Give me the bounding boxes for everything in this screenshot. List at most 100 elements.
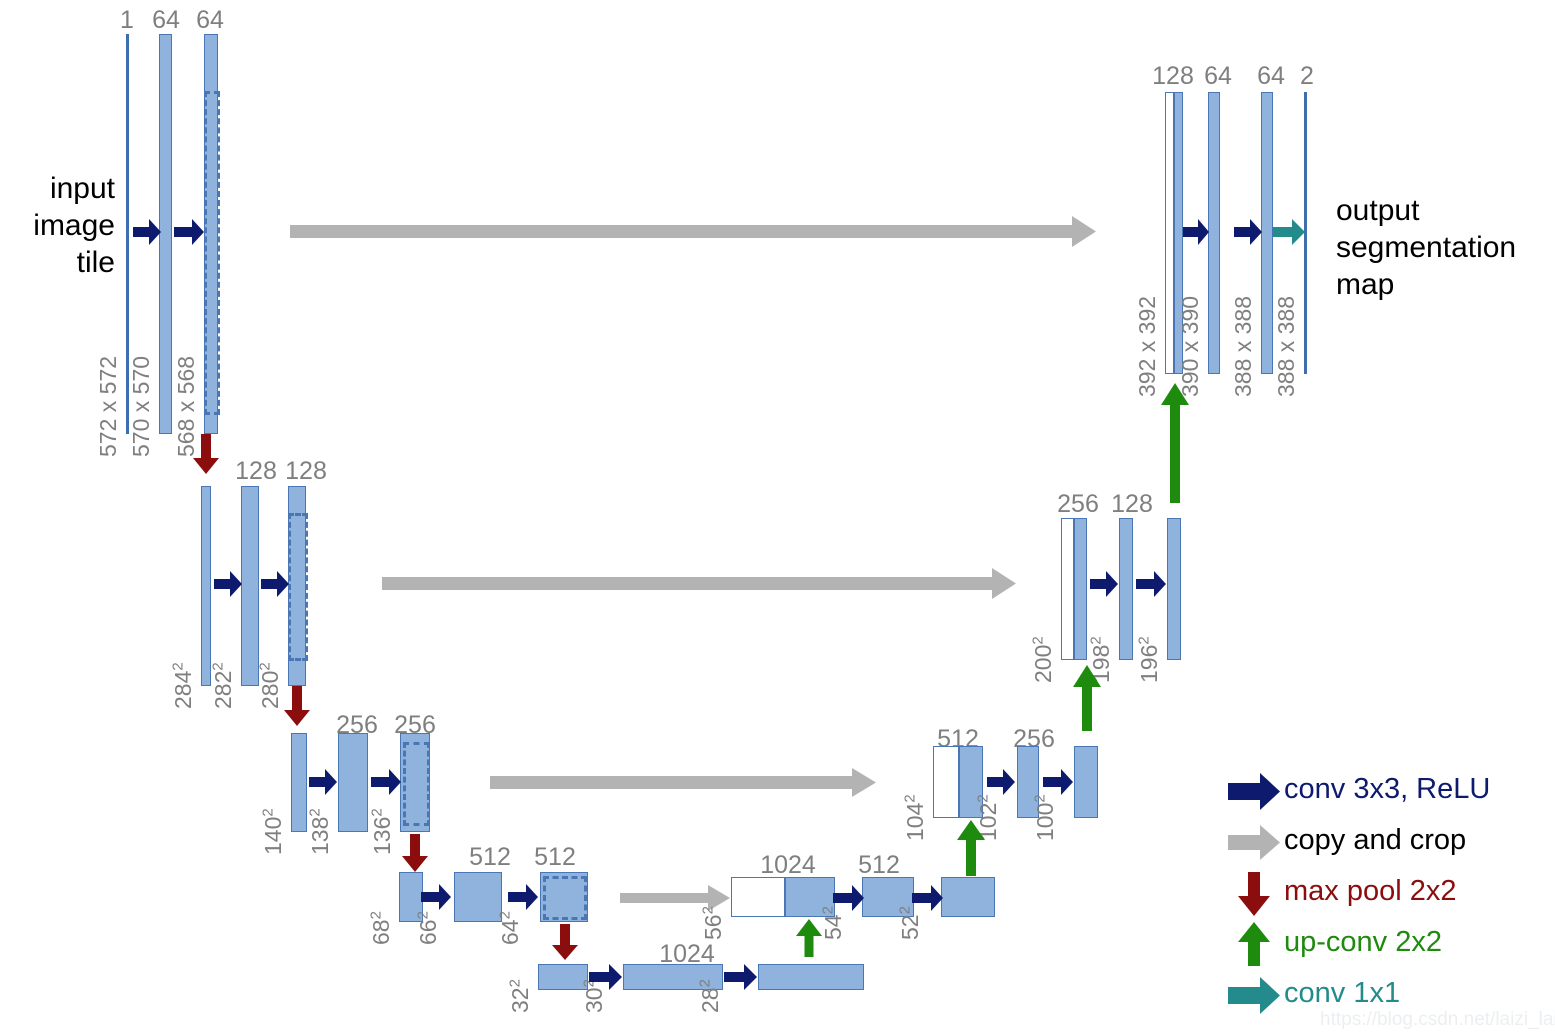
up-conv-arrow-icon [1228, 919, 1286, 970]
legend-label-copy-and-crop: copy and crop [1284, 824, 1467, 856]
size-label-388a: 388 x 388 [1230, 295, 1256, 397]
crop-indicator [288, 513, 308, 661]
legend-row-conv-3x3: conv 3x3, ReLU [1228, 766, 1548, 817]
legend-label-conv-3x3: conv 3x3, ReLU [1284, 773, 1491, 805]
size-label-68: 682 [367, 911, 394, 945]
size-label-56: 562 [699, 906, 726, 940]
feature-map-196-128ch [1167, 518, 1181, 660]
size-label-200: 2002 [1029, 636, 1056, 683]
unet-architecture-diagram: 1 64 64 572 x 572 570 x 570 568 x 568 in… [0, 0, 1555, 1036]
conv-arrow-enc1-2 [174, 219, 204, 245]
conv-3x3-relu-arrow-icon [1228, 766, 1286, 817]
legend-label-max-pool: max pool 2x2 [1284, 875, 1457, 907]
size-label-136: 1362 [368, 808, 395, 855]
size-label-570: 570 x 570 [128, 355, 154, 457]
conv-arrow-enc1-1 [133, 219, 161, 245]
output-segmentation-map-label: output segmentation map [1336, 194, 1517, 301]
size-label-196: 1962 [1135, 636, 1162, 683]
channel-label-1: 1 [120, 6, 134, 34]
feature-map-56-copied [731, 877, 785, 917]
channel-label-128-dec2: 128 [1111, 490, 1153, 518]
channel-label-128-enc2b: 128 [285, 457, 327, 485]
feature-map-64-512ch [540, 872, 588, 922]
conv-arrow-enc3-1 [309, 769, 337, 795]
max-pool-arrow-icon [1228, 868, 1286, 919]
feature-map-104-copied [933, 746, 959, 818]
size-label-282: 2822 [209, 662, 236, 709]
feature-map-140 [291, 733, 307, 832]
feature-map-282-128ch [241, 486, 259, 686]
up-conv-arrow-3 [957, 820, 985, 876]
input-image-tile-label: input image tile [33, 172, 115, 279]
size-label-572: 572 x 572 [95, 355, 121, 457]
conv-1x1-arrow-output [1273, 219, 1305, 245]
size-label-100: 1002 [1031, 794, 1058, 841]
up-conv-arrow-4 [796, 919, 822, 957]
channel-label-128-dec1: 128 [1152, 62, 1194, 90]
size-label-284: 2842 [169, 662, 196, 709]
size-label-66: 662 [414, 911, 441, 945]
feature-map-28-1024ch [758, 964, 864, 990]
crop-indicator [543, 876, 587, 920]
max-pool-arrow-1 [193, 434, 219, 474]
max-pool-arrow-3 [402, 834, 428, 872]
feature-map-52-512ch [941, 877, 995, 917]
feature-map-100-256ch [1074, 746, 1098, 818]
conv-arrow-dec3-1 [987, 769, 1015, 795]
size-label-32: 322 [506, 979, 533, 1013]
conv-arrow-dec4-1 [833, 885, 864, 911]
conv-arrow-dec4-2 [912, 885, 943, 911]
feature-map-284 [201, 486, 211, 686]
crop-indicator [204, 91, 220, 415]
conv-arrow-enc4-1 [421, 884, 451, 910]
conv-arrow-enc2-2 [261, 571, 289, 597]
channel-label-512-enc4a: 512 [469, 843, 511, 871]
channel-label-64-enc1a: 64 [152, 6, 180, 34]
size-label-392: 392 x 392 [1134, 295, 1160, 397]
feature-map-568-64ch [204, 34, 220, 434]
feature-map-198-128ch [1119, 518, 1133, 660]
conv-arrow-dec2-2 [1136, 571, 1166, 597]
max-pool-arrow-2 [284, 686, 310, 726]
channel-label-256-dec2: 256 [1057, 490, 1099, 518]
crop-indicator [403, 742, 430, 826]
conv-arrow-dec1-1 [1183, 219, 1209, 245]
size-label-54: 542 [819, 906, 846, 940]
legend-label-conv-1x1: conv 1x1 [1284, 977, 1401, 1009]
conv-arrow-dec1-2 [1234, 219, 1262, 245]
size-label-388b: 388 x 388 [1273, 295, 1299, 397]
size-label-52: 522 [896, 906, 923, 940]
size-label-390: 390 x 390 [1177, 295, 1203, 397]
max-pool-arrow-4 [552, 924, 578, 960]
legend: conv 3x3, ReLU copy and crop max pool 2x… [1228, 766, 1548, 1021]
channel-label-1024-dec4: 1024 [760, 851, 816, 879]
channel-label-64-dec1b: 64 [1257, 62, 1285, 90]
copy-crop-arrow-level3 [490, 768, 876, 797]
copy-crop-arrow-level2 [382, 568, 1016, 599]
size-label-138: 1382 [306, 808, 333, 855]
size-label-64: 642 [496, 911, 523, 945]
size-label-28: 282 [696, 979, 723, 1013]
feature-map-390-64ch [1208, 92, 1220, 374]
feature-map-200-256ch [1074, 518, 1087, 660]
channel-label-64-dec1a: 64 [1204, 62, 1232, 90]
conv-arrow-enc4-2 [508, 884, 538, 910]
feature-map-388-64ch [1261, 92, 1273, 374]
channel-label-64-enc1b: 64 [196, 6, 224, 34]
conv-arrow-bottleneck-1 [589, 964, 622, 990]
feature-map-200-copied [1061, 518, 1074, 660]
watermark: https://blog.csdn.net/laizi_laizi [1320, 1009, 1555, 1030]
channel-label-2-dec1: 2 [1300, 62, 1314, 90]
feature-map-280-128ch [288, 486, 308, 686]
conv-arrow-enc3-2 [371, 769, 401, 795]
up-conv-arrow-2 [1073, 665, 1101, 731]
size-label-140: 1402 [259, 808, 286, 855]
legend-label-up-conv: up-conv 2x2 [1284, 926, 1442, 958]
legend-row-up-conv: up-conv 2x2 [1228, 919, 1548, 970]
conv-arrow-bottleneck-2 [724, 964, 757, 990]
conv-arrow-dec2-1 [1090, 571, 1118, 597]
feature-map-136-256ch [400, 733, 430, 832]
copy-and-crop-arrow-icon [1228, 817, 1286, 868]
size-label-280: 2802 [256, 662, 283, 709]
feature-map-66-512ch [454, 872, 502, 922]
